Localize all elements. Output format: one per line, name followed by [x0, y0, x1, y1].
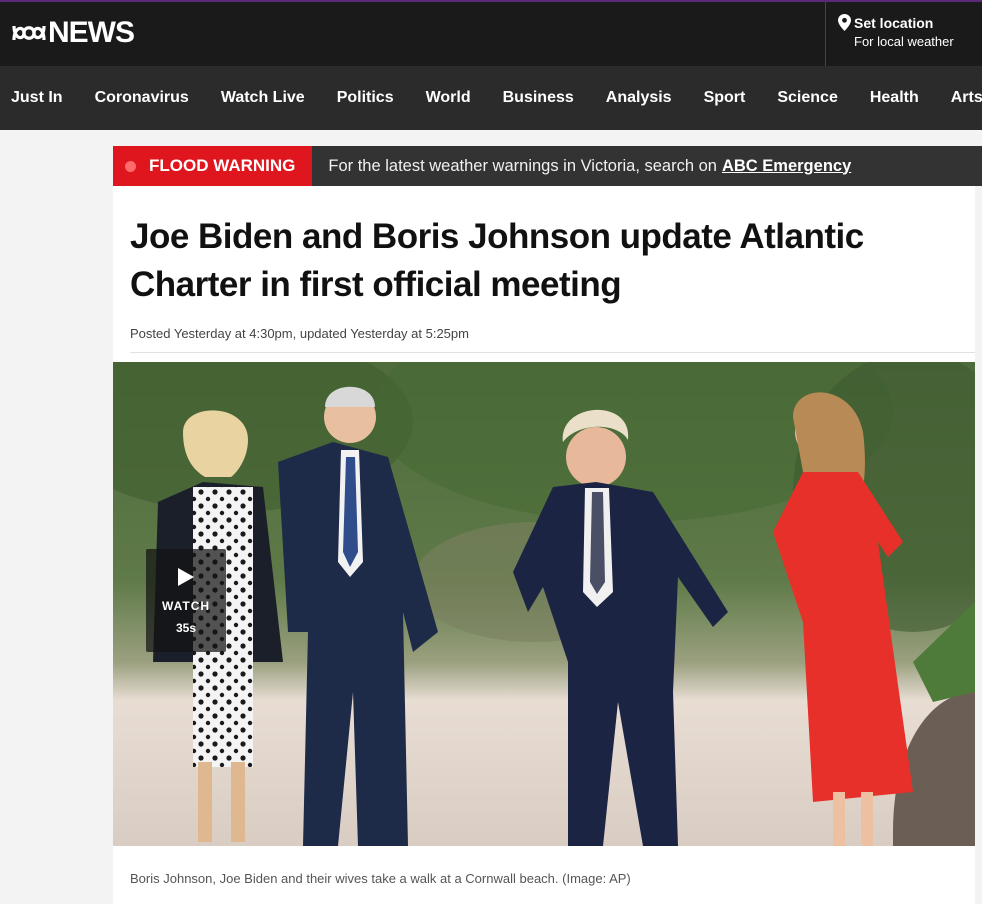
nav-item-watch-live[interactable]: Watch Live: [221, 89, 305, 107]
article: Joe Biden and Boris Johnson update Atlan…: [113, 186, 975, 904]
main-nav: Just In Coronavirus Watch Live Politics …: [0, 66, 982, 130]
flood-warning-label: FLOOD WARNING: [149, 156, 296, 175]
nav-item-sport[interactable]: Sport: [704, 89, 746, 107]
article-dateline: Posted Yesterday at 4:30pm, updated Yest…: [130, 326, 469, 341]
divider: [130, 352, 975, 353]
flood-warning-text: For the latest weather warnings in Victo…: [328, 156, 717, 175]
location-subtitle: For local weather: [854, 34, 954, 49]
abc-emergency-link[interactable]: ABC Emergency: [722, 157, 851, 175]
nav-item-politics[interactable]: Politics: [337, 89, 394, 107]
location-title: Set location: [854, 14, 934, 31]
alert-dot-icon: [125, 160, 136, 172]
hero-photo[interactable]: WATCH 35s: [113, 362, 975, 846]
nav-item-just-in[interactable]: Just In: [11, 89, 63, 107]
nav-item-business[interactable]: Business: [503, 89, 574, 107]
nav-item-health[interactable]: Health: [870, 89, 919, 107]
nav-item-coronavirus[interactable]: Coronavirus: [95, 89, 189, 107]
abc-news-logo[interactable]: NEWS: [12, 16, 135, 50]
abc-logo-icon: [12, 25, 46, 41]
play-icon: [178, 568, 194, 586]
watch-label: WATCH: [161, 599, 211, 613]
logo-text: NEWS: [48, 16, 135, 49]
photo-illustration: [113, 362, 975, 846]
article-headline: Joe Biden and Boris Johnson update Atlan…: [130, 217, 864, 304]
flood-warning-banner: FLOOD WARNING For the latest weather war…: [113, 146, 982, 186]
nav-item-arts[interactable]: Arts: [951, 89, 982, 107]
flood-warning-tag: FLOOD WARNING: [113, 146, 313, 186]
top-bar: NEWS Set location For local weather: [0, 0, 982, 66]
video-duration: 35s: [175, 621, 197, 635]
location-pin-icon: [838, 14, 851, 31]
flood-warning-message: For the latest weather warnings in Victo…: [328, 157, 851, 176]
nav-item-science[interactable]: Science: [777, 89, 837, 107]
watch-video-button[interactable]: WATCH 35s: [146, 549, 226, 652]
photo-caption: Boris Johnson, Joe Biden and their wives…: [130, 871, 631, 886]
set-location-button[interactable]: Set location For local weather: [825, 2, 982, 66]
nav-item-world[interactable]: World: [426, 89, 471, 107]
nav-item-analysis[interactable]: Analysis: [606, 89, 672, 107]
